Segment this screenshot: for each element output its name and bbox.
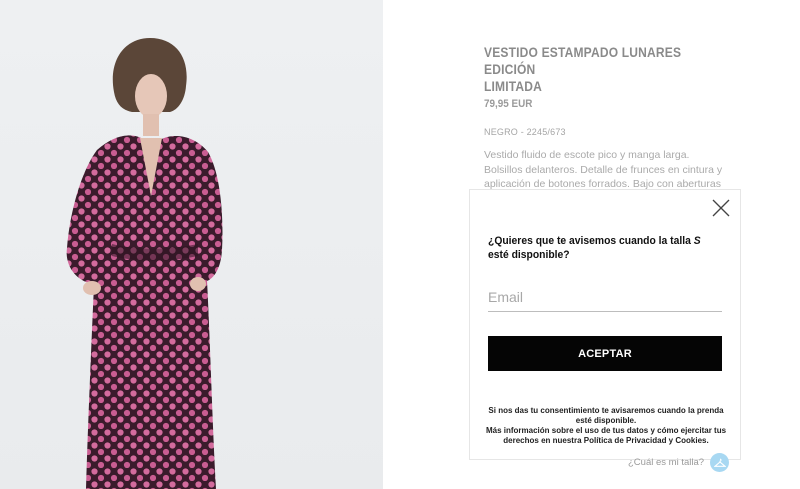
legal-notice: Si nos das tu consentimiento te avisarem… bbox=[484, 406, 728, 446]
close-icon bbox=[712, 199, 730, 217]
hanger-icon[interactable] bbox=[710, 453, 730, 472]
close-button[interactable] bbox=[712, 199, 730, 217]
size-guide-label[interactable]: ¿Cuál es mi talla? bbox=[628, 457, 704, 468]
product-title-line2: LIMITADA bbox=[484, 78, 542, 94]
product-title-line1: VESTIDO ESTAMPADO LUNARES EDICIÓN bbox=[484, 44, 682, 77]
notify-question-end: esté disponible? bbox=[488, 249, 570, 261]
back-in-stock-modal: ¿Quieres que te avisemos cuando la talla… bbox=[469, 189, 741, 460]
selected-size: S bbox=[693, 235, 701, 247]
product-photo[interactable] bbox=[0, 0, 383, 489]
legal-consent-text: Si nos das tu consentimiento te avisarem… bbox=[488, 406, 724, 425]
legal-privacy-text[interactable]: Más información sobre el uso de tus dato… bbox=[484, 426, 728, 446]
notify-question-start: ¿Quieres que te avisemos cuando la talla bbox=[488, 235, 694, 247]
product-title: VESTIDO ESTAMPADO LUNARES EDICIÓN LIMITA… bbox=[484, 44, 733, 95]
notify-question: ¿Quieres que te avisemos cuando la talla… bbox=[488, 234, 714, 262]
email-field[interactable] bbox=[488, 283, 722, 312]
size-guide-link[interactable]: ¿Cuál es mi talla? bbox=[628, 453, 730, 472]
accept-button[interactable]: ACEPTAR bbox=[488, 336, 722, 371]
product-reference: NEGRO - 2245/673 bbox=[484, 127, 566, 137]
product-price: 79,95 EUR bbox=[484, 98, 533, 110]
model-illustration bbox=[0, 0, 383, 489]
